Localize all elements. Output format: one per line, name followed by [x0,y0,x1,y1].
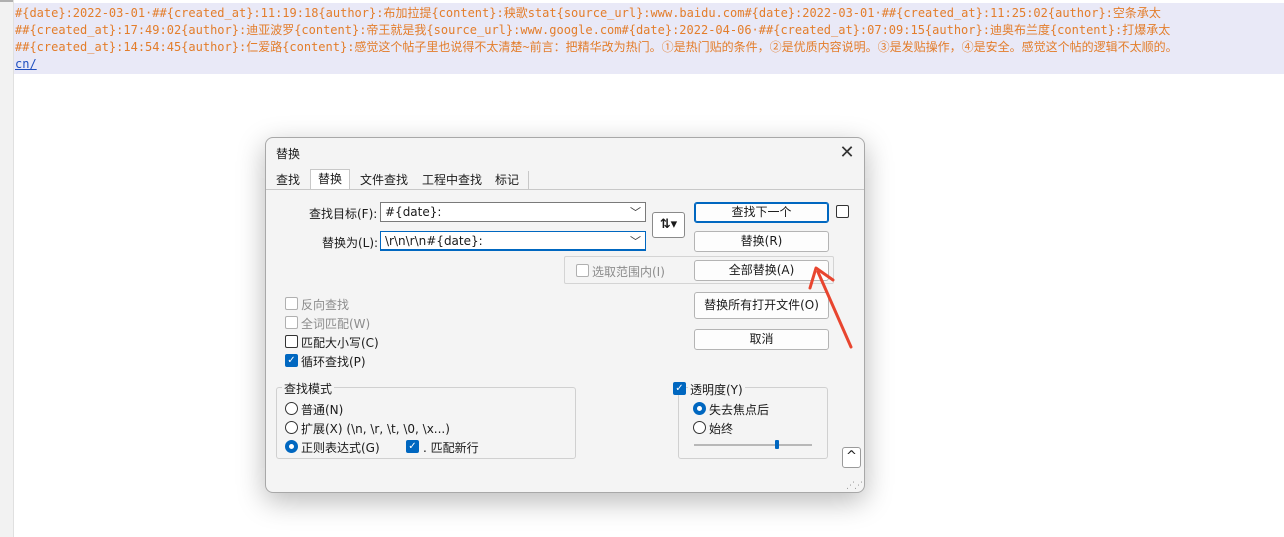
editor-line-link[interactable]: cn/ [15,56,37,73]
always-label: 始终 [709,422,734,436]
tab-find[interactable]: 查找 [270,170,306,190]
replace-button[interactable]: 替换(R) [694,231,829,252]
cancel-button[interactable]: 取消 [694,329,829,350]
replace-all-button[interactable]: 全部替换(A) [694,260,829,281]
find-label: 查找目标(F): [309,207,378,221]
tab-find-in-files[interactable]: 文件查找 [356,170,412,190]
tab-baseline [266,189,864,190]
transparency-checkbox[interactable]: ✓ [673,382,686,395]
transparency-slider-thumb[interactable] [775,440,779,449]
mode-extended-label: 扩展(X) (\n, \r, \t, \0, \x...) [301,422,450,436]
tab-mark[interactable]: 标记 [490,170,524,190]
on-lose-focus-radio[interactable] [693,402,706,415]
mode-normal-label: 普通(N) [301,403,344,417]
wrap-around-label: 循环查找(P) [301,355,366,369]
transparency-slider[interactable] [694,444,812,446]
resize-grip-icon[interactable]: ⋰⋰ [846,481,863,491]
mode-extended-radio[interactable] [285,421,298,434]
mode-regex-label: 正则表达式(G) [301,441,380,455]
replace-all-open-files-button[interactable]: 替换所有打开文件(O) [694,292,829,319]
always-radio[interactable] [693,421,706,434]
dot-newline-label: . 匹配新行 [423,441,479,455]
transparency-label: 透明度(Y) [688,381,745,398]
match-case-label: 匹配大小写(C) [301,336,379,350]
collapse-button[interactable]: ^ [842,447,861,468]
replace-input-value: \r\n\r\n#{date}: [385,234,483,248]
gutter-marker [0,0,13,22]
on-lose-focus-label: 失去焦点后 [709,403,770,417]
mode-normal-radio[interactable] [285,402,298,415]
find-next-button[interactable]: 查找下一个 [694,202,829,223]
close-icon[interactable]: ✕ [836,142,858,164]
backward-checkbox[interactable] [285,297,298,310]
tab-divider [528,171,529,189]
editor-line[interactable]: ##{created_at}:17:49:02{author}:迪亚波罗{con… [15,22,1170,39]
find-input-value: #{date}: [385,205,442,219]
tab-find-in-project[interactable]: 工程中查找 [418,170,486,190]
mode-regex-radio[interactable] [285,440,298,453]
editor-line[interactable]: #{date}:2022-03-01·##{created_at}:11:19:… [15,5,1161,22]
match-case-checkbox[interactable] [285,335,298,348]
find-input[interactable]: #{date}: ﹀ [380,202,646,222]
dialog-title: 替换 [276,147,301,161]
in-selection-checkbox[interactable] [576,264,589,277]
tab-replace[interactable]: 替换 [310,169,350,190]
whole-word-checkbox[interactable] [285,316,298,329]
backward-label: 反向查找 [301,298,350,312]
wrap-around-checkbox[interactable]: ✓ [285,354,298,367]
chevron-down-icon[interactable]: ﹀ [630,233,641,249]
editor-gutter [0,0,14,537]
extra-option-checkbox[interactable] [836,205,849,218]
dot-newline-checkbox[interactable]: ✓ [406,440,419,453]
replace-dialog: 替换 ✕ 查找 替换 文件查找 工程中查找 标记 查找目标(F): #{date… [265,137,865,493]
in-selection-label: 选取范围内(I) [592,265,665,279]
replace-input[interactable]: \r\n\r\n#{date}: ﹀ [380,231,646,251]
search-mode-title: 查找模式 [282,380,335,397]
whole-word-label: 全词匹配(W) [301,317,371,331]
editor-line[interactable]: ##{created_at}:14:54:45{author}:仁爱路{cont… [15,39,1178,56]
swap-fields-button[interactable]: ⇅▾ [652,212,685,238]
chevron-down-icon[interactable]: ﹀ [630,204,641,220]
replace-label: 替换为(L): [322,236,379,250]
